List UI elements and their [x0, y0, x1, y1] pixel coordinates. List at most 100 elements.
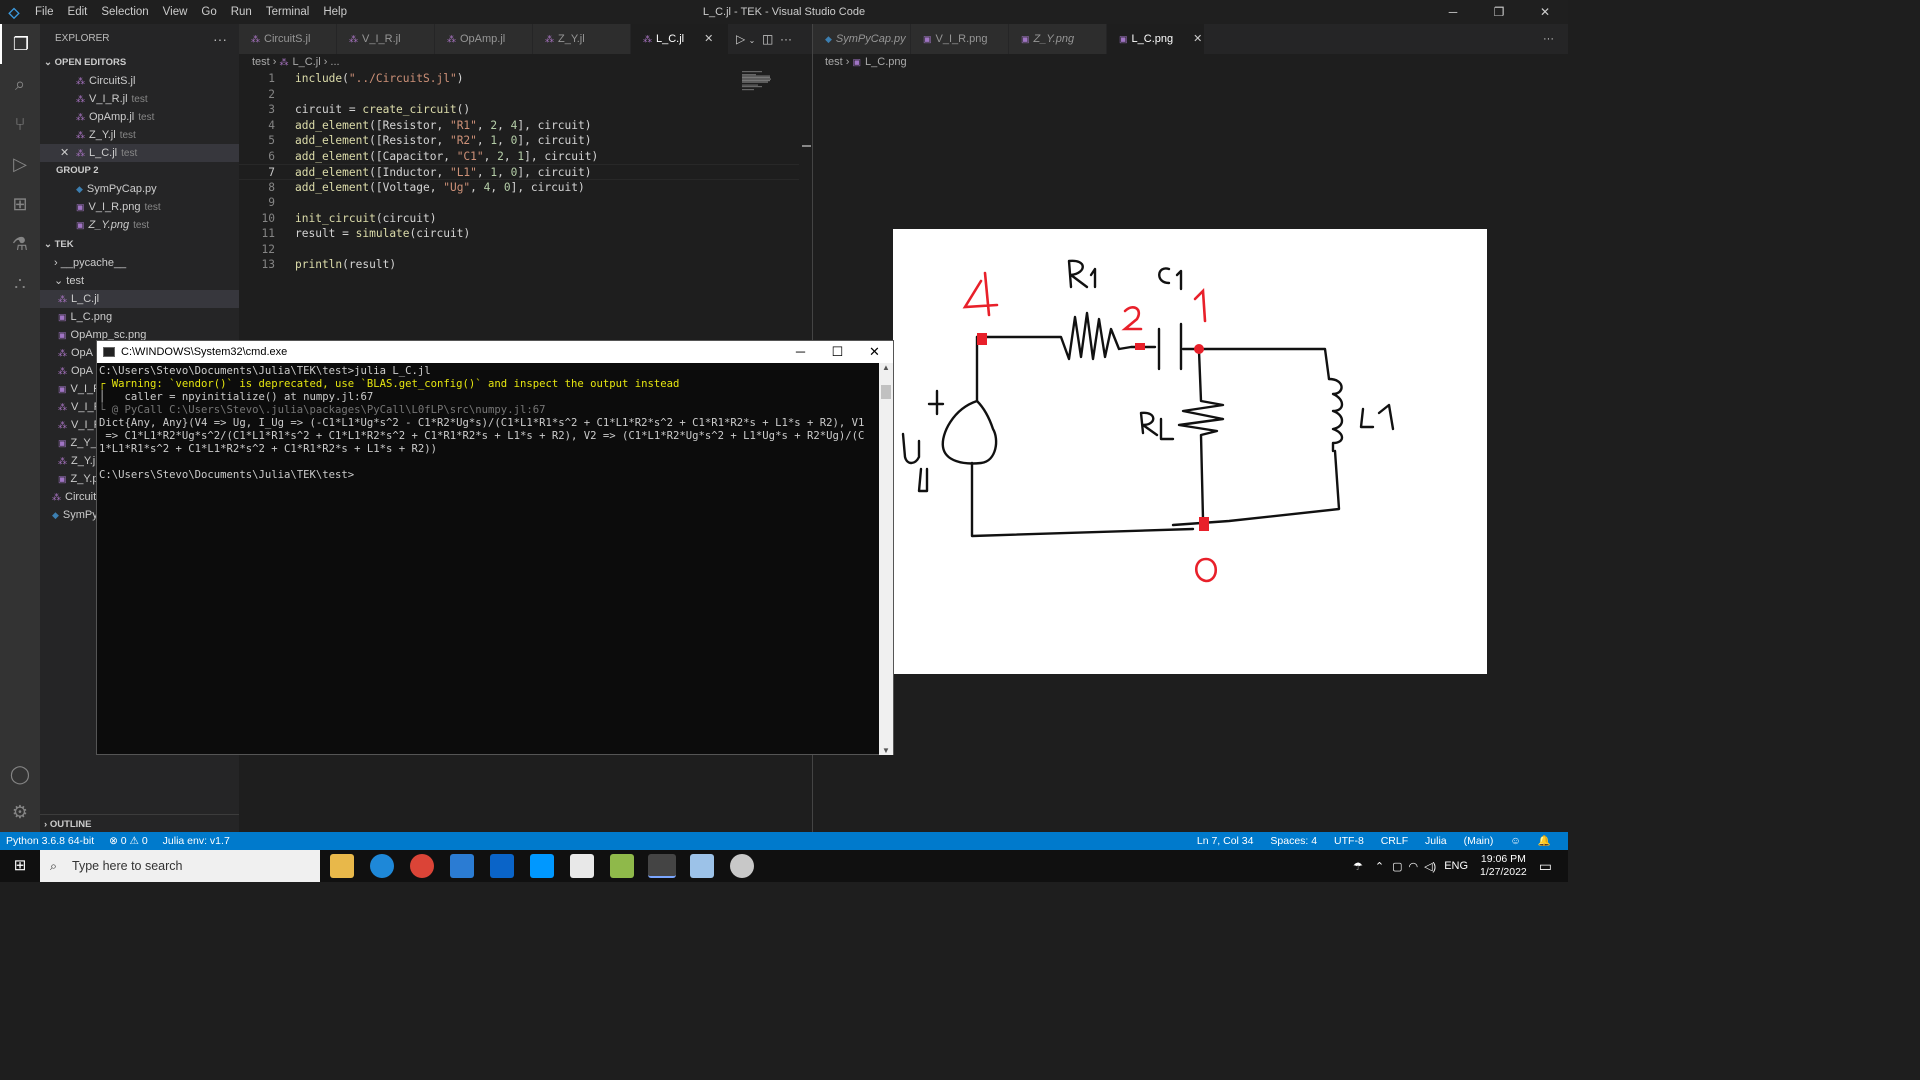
group2-item[interactable]: ▣ Z_Y.png test — [40, 216, 239, 234]
restore-icon[interactable]: ❐ — [1476, 0, 1522, 24]
scroll-up-icon[interactable]: ▲ — [879, 363, 893, 372]
menu-file[interactable]: File — [35, 6, 54, 18]
tab-z-y-jl[interactable]: ⁂ Z_Y.jl — [533, 24, 631, 54]
mail-icon[interactable] — [450, 854, 474, 878]
weather-icon[interactable]: ☂ — [1353, 860, 1363, 873]
edge-icon[interactable] — [370, 854, 394, 878]
code-line[interactable]: 13 println(result) — [239, 257, 799, 273]
code-line[interactable]: 11 result = simulate(circuit) — [239, 226, 799, 242]
open-editor-item[interactable]: ⁂ V_I_R.jl test — [40, 90, 239, 108]
julia-icon[interactable]: ∴ — [0, 264, 40, 304]
search-icon[interactable]: ⌕ — [0, 64, 40, 104]
clock[interactable]: 19:06 PM 1/27/2022 — [1480, 853, 1527, 879]
code-line[interactable]: 2 — [239, 87, 799, 103]
run-debug-icon[interactable]: ▷ — [0, 144, 40, 184]
windows-start-icon[interactable]: ⊞ — [0, 850, 40, 882]
taskbar-search[interactable]: ⌕ Type here to search — [40, 850, 320, 882]
tree-item-pycache[interactable]: › __pycache__ — [40, 254, 239, 272]
tab-l-c-jl[interactable]: ⁂ L_C.jl ✕ — [631, 24, 729, 54]
code-line[interactable]: 10 init_circuit(circuit) — [239, 211, 799, 227]
tree-file-item[interactable]: ⁂ L_C.jl — [40, 290, 239, 308]
menu-terminal[interactable]: Terminal — [266, 6, 309, 18]
cmd-output[interactable]: C:\Users\Stevo\Documents\Julia\TEK\test>… — [97, 363, 879, 482]
language-indicator[interactable]: ENG — [1444, 860, 1468, 872]
device-icon[interactable]: ▢ — [1392, 860, 1402, 873]
extensions-icon[interactable]: ⊞ — [0, 184, 40, 224]
outline-section[interactable]: › OUTLINE — [40, 814, 239, 832]
python-interpreter[interactable]: Python 3.6.8 64-bit — [6, 835, 94, 847]
code-line[interactable]: 9 — [239, 195, 799, 211]
account-icon[interactable]: ◯ — [0, 754, 40, 794]
tree-item-test[interactable]: ⌄ test — [40, 272, 239, 290]
line-ending[interactable]: CRLF — [1381, 835, 1408, 847]
cmd-minimize-icon[interactable]: ─ — [782, 341, 819, 363]
tab-v-i-r-jl[interactable]: ⁂ V_I_R.jl — [337, 24, 435, 54]
wifi-icon[interactable]: ◠ — [1408, 860, 1418, 873]
cursor-position[interactable]: Ln 7, Col 34 — [1197, 835, 1254, 847]
outlook-icon[interactable] — [490, 854, 514, 878]
close-tab-icon[interactable]: ✕ — [1193, 33, 1202, 45]
snipping-tool-icon[interactable] — [690, 854, 714, 878]
close-editor-icon[interactable]: ✕ — [60, 144, 69, 162]
notepad-icon[interactable] — [570, 854, 594, 878]
file-explorer-icon[interactable] — [330, 854, 354, 878]
chrome-icon[interactable] — [410, 854, 434, 878]
julia-module[interactable]: (Main) — [1464, 835, 1494, 847]
tab-v-i-r-png[interactable]: ▣ V_I_R.png — [911, 24, 1009, 54]
open-editor-item[interactable]: ⁂ Z_Y.jl test — [40, 126, 239, 144]
breadcrumb2-file[interactable]: L_C.png — [865, 56, 907, 68]
code-line[interactable]: 3 circuit = create_circuit() — [239, 102, 799, 118]
chevron-up-icon[interactable]: ⌃ — [1375, 860, 1384, 873]
notifications-icon[interactable]: 🔔 — [1538, 835, 1551, 847]
breadcrumb-folder[interactable]: test — [252, 56, 270, 68]
feedback-icon[interactable]: ☺ — [1510, 835, 1521, 847]
run-icon[interactable]: ▷ — [736, 32, 745, 46]
breadcrumb-symbol[interactable]: ... — [330, 56, 339, 68]
gear-icon[interactable]: ⚙ — [0, 792, 40, 832]
minimap[interactable] — [742, 71, 800, 101]
chevron-down-icon[interactable]: ⌄ — [749, 36, 756, 45]
cmd-taskbar-icon[interactable] — [648, 854, 676, 878]
tree-file-item[interactable]: ▣ L_C.png — [40, 308, 239, 326]
cmd-scrollbar[interactable]: ▲ ▼ — [879, 363, 893, 755]
open-editor-item[interactable]: ✕ ⁂ L_C.jl test — [40, 144, 239, 162]
breadcrumb2-folder[interactable]: test — [825, 56, 843, 68]
split-editor-icon[interactable]: ◫ — [762, 32, 773, 46]
tab-opamp-jl[interactable]: ⁂ OpAmp.jl — [435, 24, 533, 54]
open-editor-item[interactable]: ⁂ CircuitS.jl — [40, 72, 239, 90]
vscode-taskbar-icon[interactable] — [530, 854, 554, 878]
scroll-thumb[interactable] — [881, 385, 891, 399]
paint-icon[interactable] — [730, 854, 754, 878]
tek-folder-section[interactable]: ⌄ TEK — [40, 236, 239, 254]
menu-edit[interactable]: Edit — [68, 6, 88, 18]
code-line[interactable]: 5 add_element([Resistor, "R2", 1, 0], cir… — [239, 133, 799, 149]
code-editor[interactable]: 1 include("../CircuitS.jl") 2 3 circuit = cr… — [239, 71, 799, 271]
code-line[interactable]: 8 add_element([Voltage, "Ug", 4, 0], circ… — [239, 180, 799, 196]
cmd-maximize-icon[interactable]: ☐ — [819, 341, 856, 363]
indentation[interactable]: Spaces: 4 — [1270, 835, 1317, 847]
julia-env[interactable]: Julia env: v1.7 — [163, 835, 230, 847]
source-control-icon[interactable]: ⑂ — [0, 104, 40, 144]
more-actions-icon[interactable]: ··· — [213, 24, 227, 54]
menu-help[interactable]: Help — [323, 6, 347, 18]
tab-circuits-jl[interactable]: ⁂ CircuitS.jl — [239, 24, 337, 54]
minimize-icon[interactable]: ─ — [1430, 0, 1476, 24]
scroll-down-icon[interactable]: ▼ — [879, 746, 893, 755]
open-editors-section[interactable]: ⌄ OPEN EDITORS — [40, 54, 239, 72]
testing-icon[interactable]: ⚗ — [0, 224, 40, 264]
cmd-close-icon[interactable]: ✕ — [856, 341, 893, 363]
problems-count[interactable]: ⊗ 0 ⚠ 0 — [109, 835, 148, 847]
menu-selection[interactable]: Selection — [101, 6, 148, 18]
editor2-more-icon[interactable]: ··· — [1543, 24, 1554, 54]
language-mode[interactable]: Julia — [1425, 835, 1447, 847]
group2-item[interactable]: ▣ V_I_R.png test — [40, 198, 239, 216]
cmd-title-bar[interactable]: C:\WINDOWS\System32\cmd.exe ─ ☐ ✕ — [97, 341, 893, 363]
group2-item[interactable]: ◆ SymPyCap.py — [40, 180, 239, 198]
tab-z-y-png[interactable]: ▣ Z_Y.png — [1009, 24, 1107, 54]
encoding[interactable]: UTF-8 — [1334, 835, 1364, 847]
code-line[interactable]: 4 add_element([Resistor, "R1", 2, 4], cir… — [239, 118, 799, 134]
code-line[interactable]: 1 include("../CircuitS.jl") — [239, 71, 799, 87]
more-icon[interactable]: ··· — [780, 32, 792, 46]
menu-view[interactable]: View — [163, 6, 188, 18]
close-icon[interactable]: ✕ — [1522, 0, 1568, 24]
